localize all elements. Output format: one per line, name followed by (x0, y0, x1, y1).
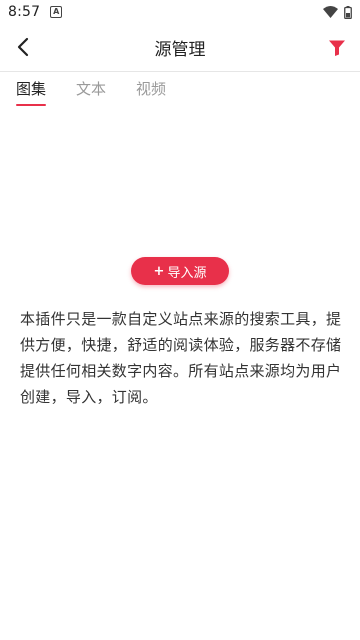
funnel-icon (329, 40, 345, 56)
tab-video[interactable]: 视频 (136, 72, 166, 108)
battery-icon (344, 5, 352, 19)
a-icon: A (50, 6, 63, 18)
wifi-icon (323, 6, 338, 18)
import-source-button[interactable]: + 导入源 (131, 257, 229, 285)
status-time: 8:57 (8, 4, 41, 20)
status-icons (323, 5, 352, 19)
page-title: 源管理 (154, 40, 206, 60)
status-bar: 8:57 A (0, 0, 360, 24)
import-source-label: 导入源 (167, 265, 207, 281)
app-header: 源管理 (0, 24, 360, 72)
back-button[interactable] (10, 34, 36, 60)
disclaimer-text: 本插件只是一款自定义站点来源的搜索工具，提供方便，快捷，舒适的阅读体验，服务器不… (20, 310, 342, 406)
source-type-tabs: 图集 文本 视频 (0, 72, 360, 108)
filter-button[interactable] (324, 35, 350, 61)
chevron-left-icon (17, 37, 29, 57)
plus-icon: + (153, 263, 165, 279)
tab-gallery[interactable]: 图集 (16, 72, 47, 108)
tab-text[interactable]: 文本 (76, 72, 106, 108)
